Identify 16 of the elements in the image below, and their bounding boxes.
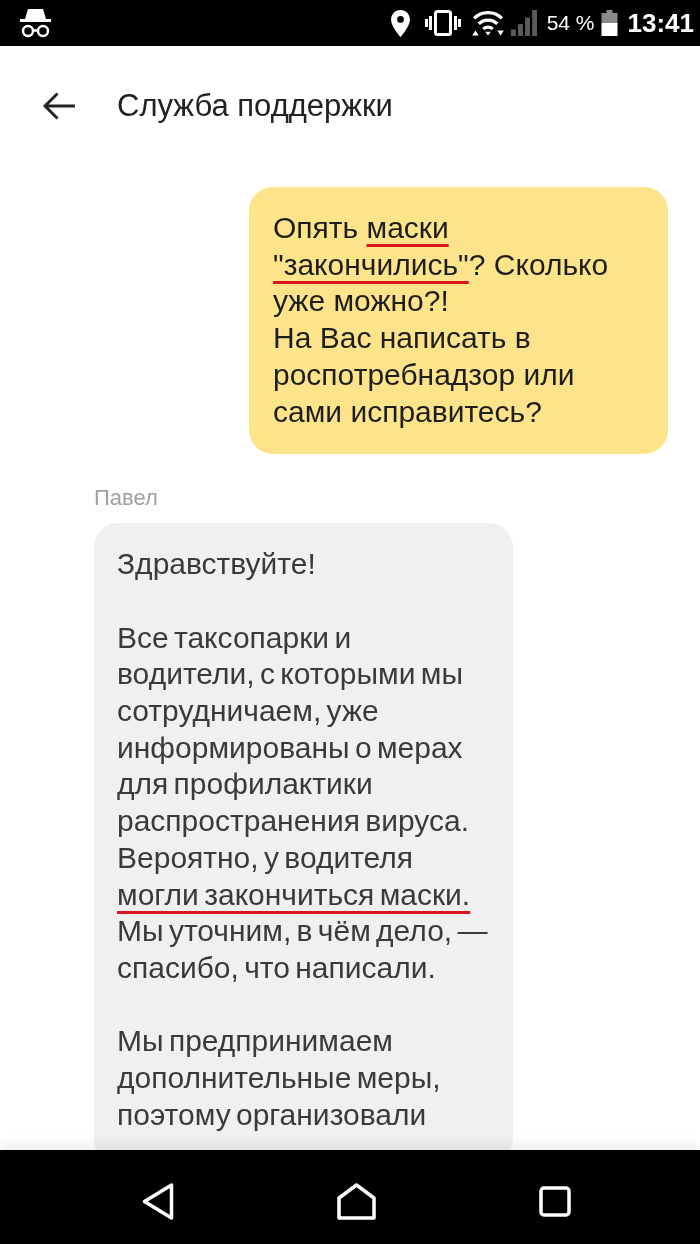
- battery-icon: [600, 10, 618, 36]
- clock-time: 13:41: [627, 8, 694, 38]
- message-text: Опять маски "закончились"? Сколько уже можно?! На Вас написать в роспотребнадзор или сами исправитесь?: [273, 210, 610, 430]
- signal-bars-icon: [510, 10, 537, 36]
- back-arrow-icon: [42, 92, 75, 120]
- message-text: Здравствуйте! Все таксопарки и водители, с которыми мы сотрудничаем, уже информированы о мерах для профилактики распространения вируса. Вероятно, у водителя могли закончиться маски. Мы уточним, в чём дело, — спасибо, что написали. Мы предпринимаем дополнительные меры, поэтому организовали: [117, 546, 489, 1133]
- home-icon: [336, 1182, 376, 1220]
- wifi-icon: [470, 10, 505, 36]
- sender-name: Павел: [94, 485, 158, 512]
- back-triangle-icon: [141, 1182, 174, 1220]
- vibrate-icon: [424, 10, 461, 36]
- incognito-icon: [20, 8, 51, 38]
- battery-percentage: 54 %: [546, 10, 595, 36]
- screen-title: Служба поддержки: [117, 87, 393, 125]
- square-icon: [538, 1185, 571, 1217]
- location-pin-icon: [390, 9, 410, 37]
